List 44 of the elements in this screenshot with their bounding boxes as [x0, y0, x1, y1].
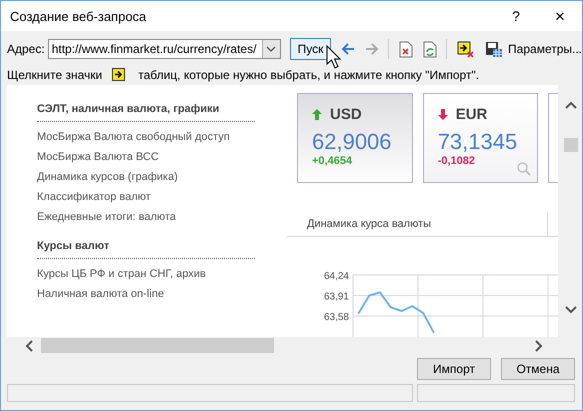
currency-code: USD	[330, 106, 362, 122]
back-arrow-icon[interactable]	[341, 43, 356, 55]
stop-page-icon[interactable]	[399, 40, 414, 58]
axis-tick-label: 63,58	[324, 312, 349, 323]
instruction-text: таблиц, которые нужно выбрать, и нажмите кнопку "Импорт".	[138, 68, 480, 82]
scrollbar-thumb[interactable]	[564, 138, 578, 152]
cancel-button[interactable]: Отмена	[501, 358, 575, 380]
save-disk-icon[interactable]	[485, 40, 504, 58]
currency-code: EUR	[456, 106, 488, 122]
rate-change: -0,1082	[438, 155, 476, 167]
scroll-up-icon[interactable]	[564, 101, 576, 109]
section-heading: СЭЛТ, наличная валюта, графики	[37, 103, 220, 117]
scroll-left-icon[interactable]	[25, 340, 33, 352]
import-arrow-icon[interactable]	[457, 40, 476, 58]
go-button[interactable]: Пуск	[290, 38, 332, 60]
scroll-right-icon[interactable]	[535, 340, 543, 352]
page-link[interactable]: Классификатор валют	[37, 187, 287, 207]
currency-rate: 73,1345	[438, 129, 518, 155]
page-link[interactable]: Ежедневные итоги: валюта	[37, 207, 287, 227]
close-button[interactable]: ✕	[538, 1, 582, 31]
page-link[interactable]: Наличная валюта on-line	[37, 284, 287, 304]
address-field[interactable]: http://www.finmarket.ru/currency/rates/	[48, 39, 281, 59]
currency-card[interactable]: EUR 73,1345 -0,1082	[422, 93, 538, 183]
options-button[interactable]: Параметры...	[508, 42, 582, 56]
scroll-down-icon[interactable]	[564, 306, 576, 314]
rate-change: +0,4654	[312, 155, 354, 167]
mouse-cursor-icon	[326, 45, 342, 69]
page-link[interactable]: Динамика курсов (графика)	[37, 167, 287, 187]
page-link[interactable]: Курсы ЦБ РФ и стран СНГ, архив	[37, 264, 287, 284]
axis-tick-label: 64,24	[324, 271, 349, 282]
import-button[interactable]: Импорт	[417, 358, 491, 380]
scrollbar-thumb[interactable]	[41, 338, 274, 353]
section-heading: Курсы валют	[37, 240, 110, 254]
help-button[interactable]: ?	[494, 1, 538, 31]
import-arrow-icon	[112, 68, 126, 81]
instruction-text: Щелкните значки	[7, 68, 102, 82]
page-link[interactable]: МосБиржа Валюта ВСС	[37, 147, 287, 167]
address-label: Адрес:	[7, 42, 45, 56]
currency-card[interactable]: USD 62,9006 +0,4654	[297, 93, 413, 183]
currency-rate: 62,9006	[312, 129, 393, 155]
page-link[interactable]: МосБиржа Валюта свободный доступ	[37, 127, 287, 147]
axis-tick-label: 63,91	[324, 292, 349, 302]
refresh-page-icon[interactable]	[423, 40, 438, 58]
window-title: Создание веб-запроса	[10, 8, 148, 24]
